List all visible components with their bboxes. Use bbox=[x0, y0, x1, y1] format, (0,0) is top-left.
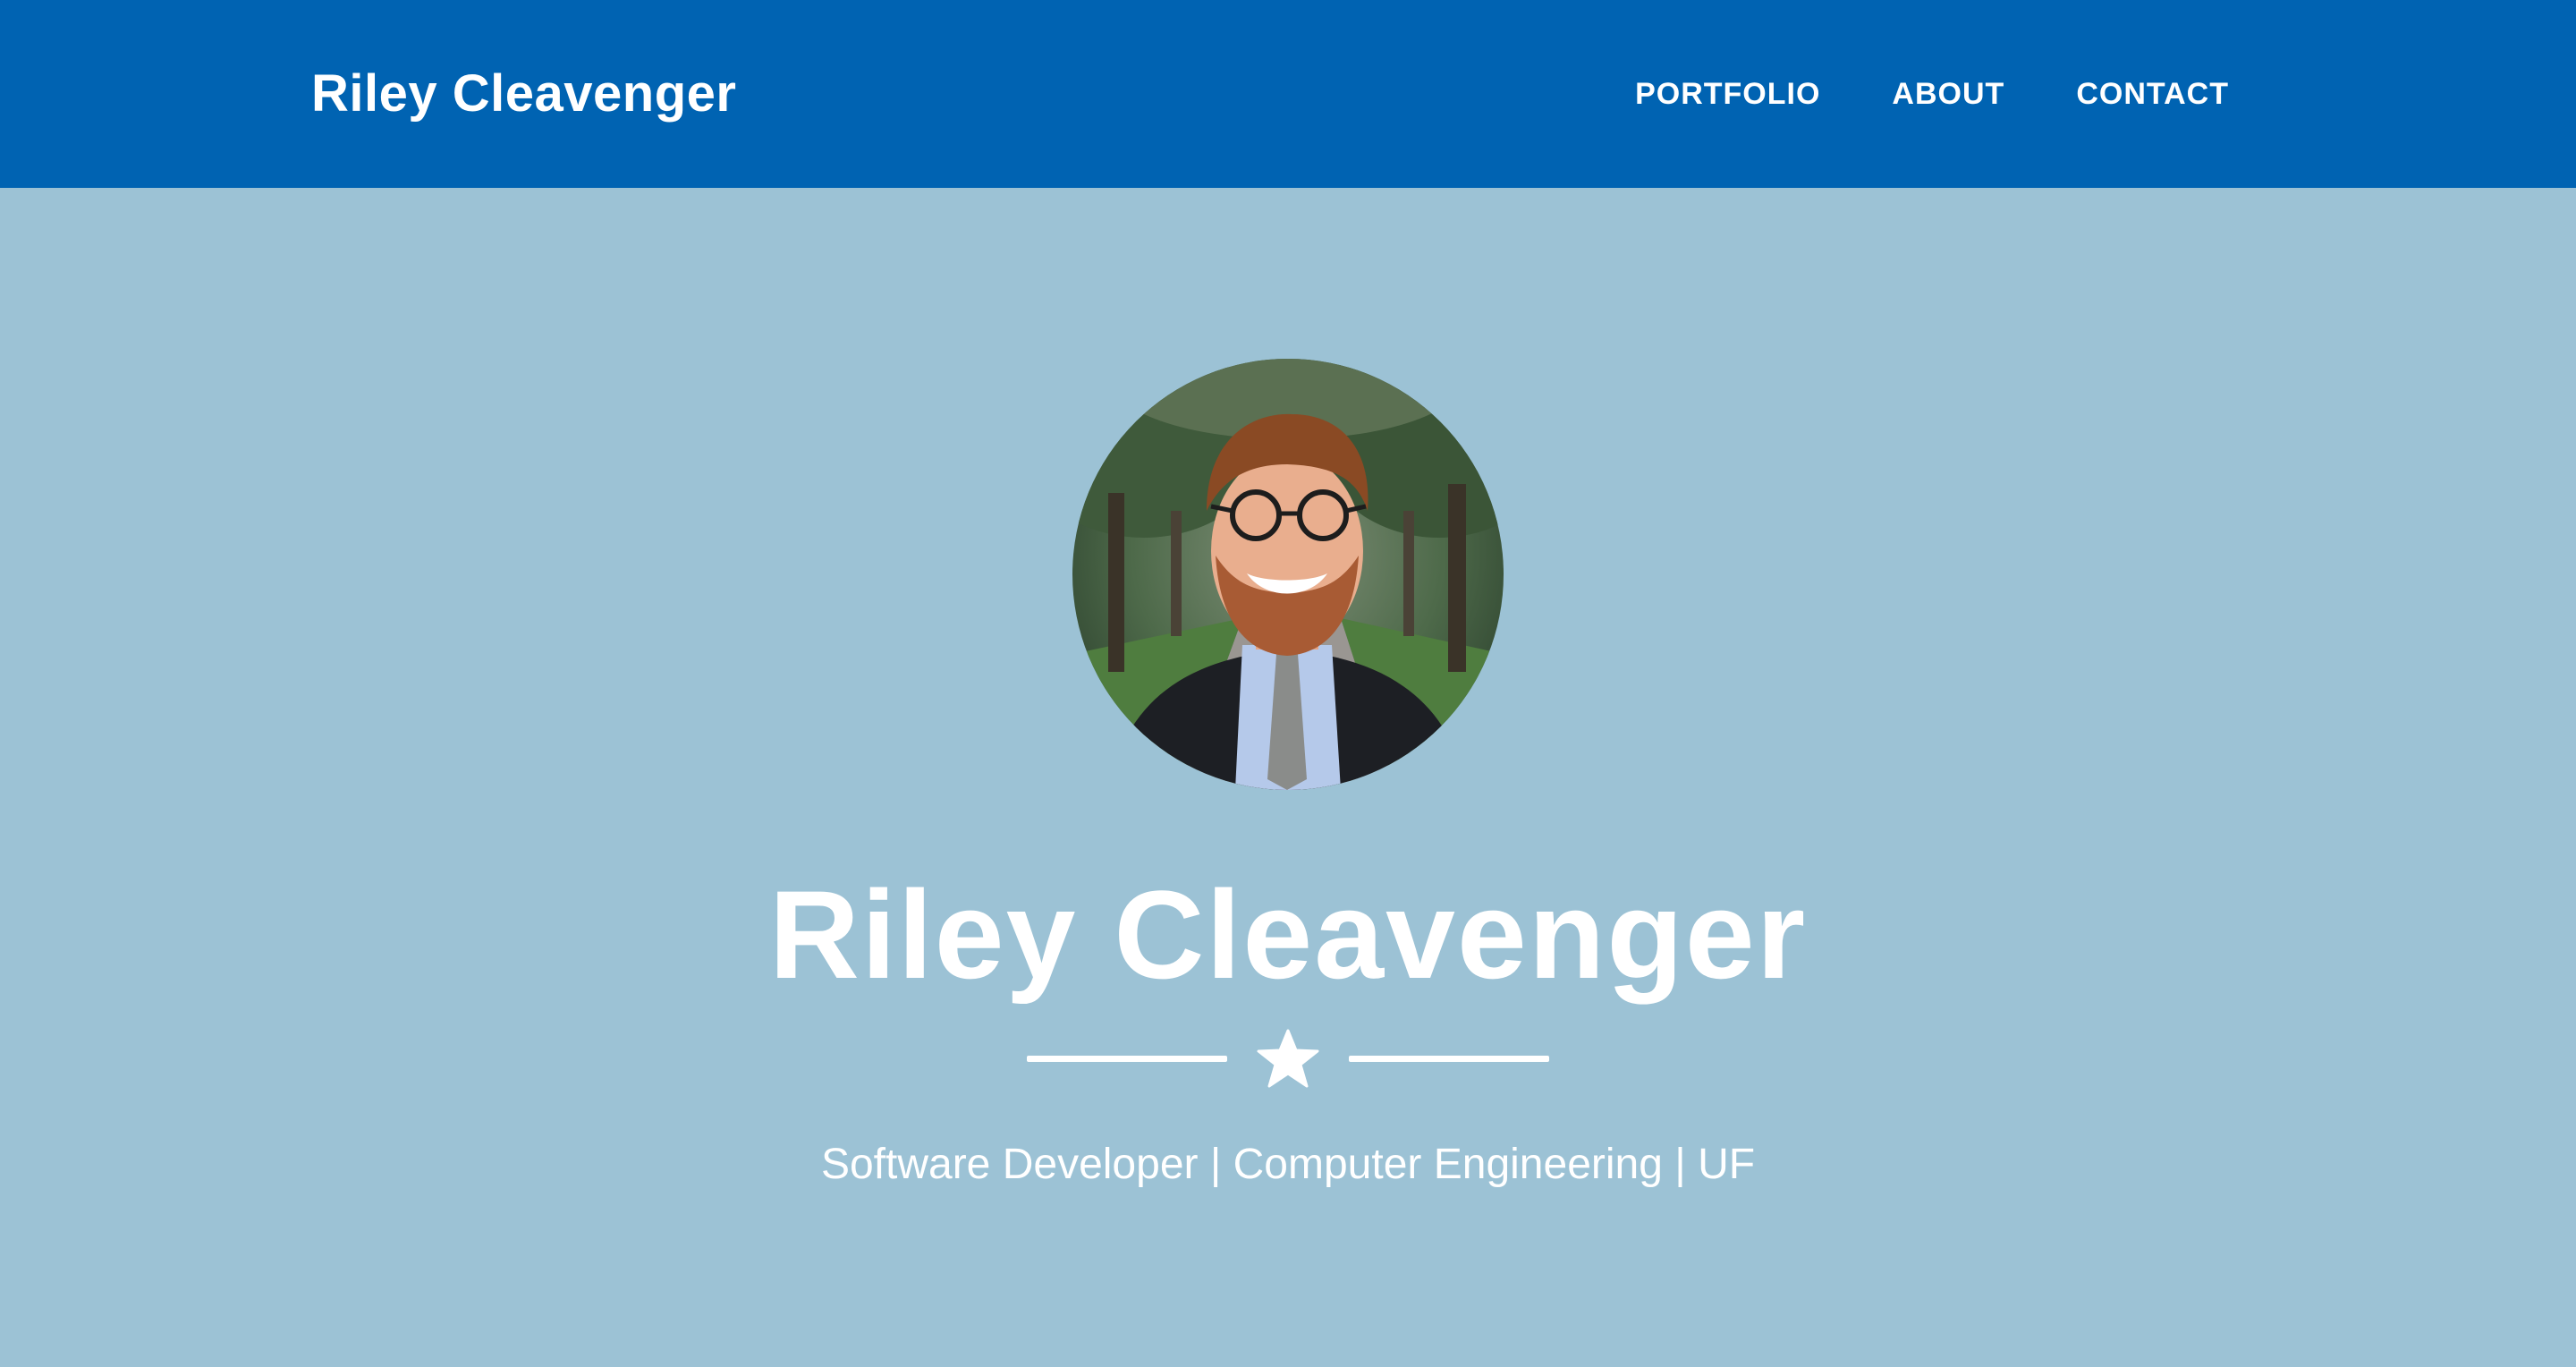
profile-photo-illustration bbox=[1072, 359, 1504, 790]
divider-line-left bbox=[1027, 1056, 1227, 1062]
hero-subtitle: Software Developer | Computer Engineerin… bbox=[820, 1141, 1756, 1188]
navbar: Riley Cleavenger PORTFOLIO ABOUT CONTACT bbox=[0, 0, 2576, 188]
main-nav: PORTFOLIO ABOUT CONTACT bbox=[1635, 75, 2229, 113]
profile-photo bbox=[1072, 359, 1504, 790]
nav-portfolio[interactable]: PORTFOLIO bbox=[1635, 75, 1820, 113]
hero-section: Riley Cleavenger Software Developer | Co… bbox=[0, 188, 2576, 1367]
nav-about[interactable]: ABOUT bbox=[1892, 75, 2004, 113]
hero-title: Riley Cleavenger bbox=[768, 864, 1808, 1005]
brand-link[interactable]: Riley Cleavenger bbox=[311, 63, 736, 125]
nav-contact[interactable]: CONTACT bbox=[2076, 75, 2229, 113]
star-icon bbox=[1257, 1029, 1319, 1088]
star-divider bbox=[1027, 1022, 1549, 1093]
divider-line-right bbox=[1349, 1056, 1549, 1062]
